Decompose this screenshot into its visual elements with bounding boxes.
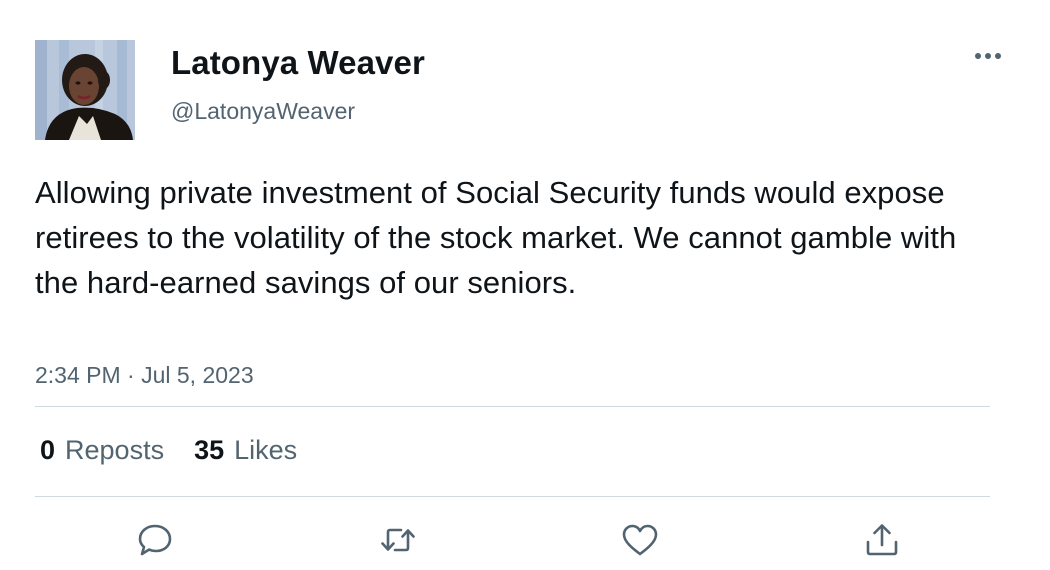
share-icon [866,524,898,556]
likes-count: 35 [194,435,225,465]
divider [35,496,990,497]
reposts-count: 0 [40,435,56,465]
reposts-label: Reposts [65,435,165,465]
tweet-text: Allowing private investment of Social Se… [35,175,957,300]
like-button[interactable] [618,518,662,562]
more-options-button[interactable] [970,42,1006,70]
reposts-stat[interactable]: 0 Reposts [40,432,164,468]
repost-icon [381,528,415,552]
share-button[interactable] [860,518,904,562]
author-display-name[interactable]: Latonya Weaver [171,42,425,84]
avatar[interactable] [35,40,135,140]
more-horizontal-icon [975,53,1001,59]
tweet-timestamp[interactable]: 2:34 PM · Jul 5, 2023 [35,361,254,389]
divider [35,406,990,407]
repost-button[interactable] [376,518,420,562]
reply-icon [138,524,172,556]
avatar-image [35,40,135,140]
reply-button[interactable] [133,518,177,562]
heart-icon [622,524,658,556]
author-handle[interactable]: @LatonyaWeaver [171,97,355,125]
likes-stat[interactable]: 35 Likes [194,432,297,468]
likes-label: Likes [234,435,298,465]
engagement-stats: 0 Reposts 35 Likes [40,432,297,468]
